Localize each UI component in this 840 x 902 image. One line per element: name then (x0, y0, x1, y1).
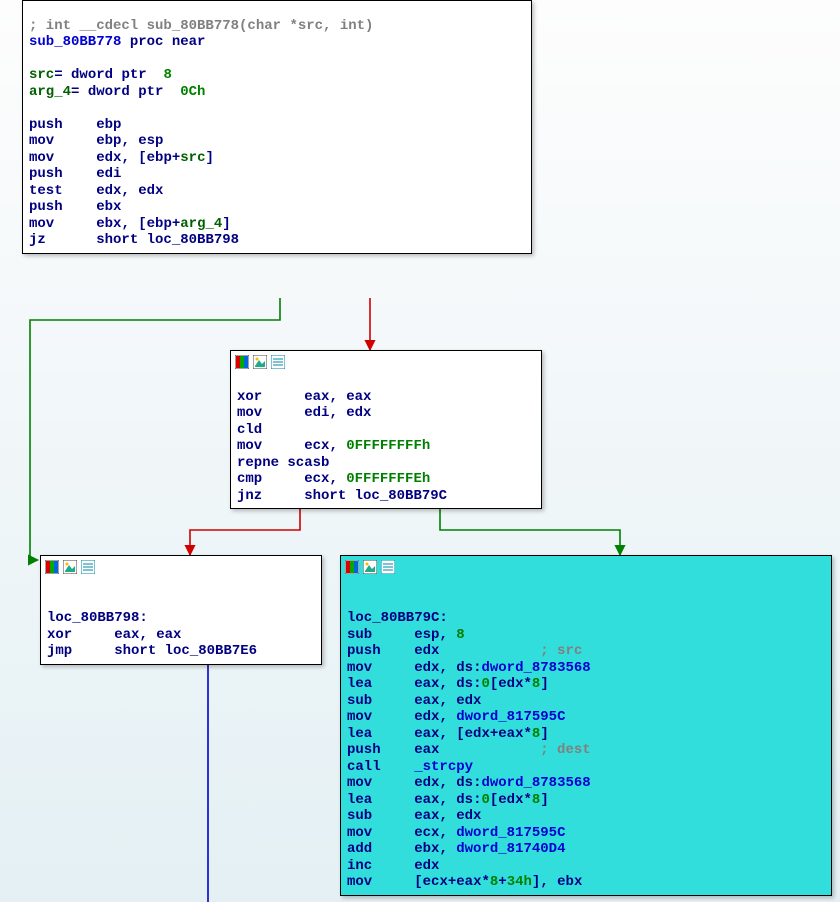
cfg-node-loc-80BB798[interactable]: loc_80BB798: xor eax, eax jmp short loc_… (40, 555, 322, 665)
list-icon[interactable] (271, 355, 285, 369)
cfg-node-loc-80BB79C[interactable]: loc_80BB79C: sub esp, 8 push edx ; src m… (340, 555, 832, 896)
list-icon[interactable] (81, 560, 95, 574)
node-toolbar (41, 556, 321, 577)
asm-block: ; int __cdecl sub_80BB778(char *src, int… (23, 1, 531, 253)
cfg-node-entry[interactable]: ; int __cdecl sub_80BB778(char *src, int… (22, 0, 532, 254)
image-icon[interactable] (253, 355, 267, 369)
image-icon[interactable] (63, 560, 77, 574)
list-icon[interactable] (381, 560, 395, 574)
cfg-canvas: { "icons": { "asm": "asm-panel-icon", "i… (0, 0, 840, 902)
asm-block: loc_80BB798: xor eax, eax jmp short loc_… (41, 577, 321, 664)
asm-panel-icon[interactable] (45, 560, 59, 574)
cfg-node-strlen[interactable]: xor eax, eax mov edi, edx cld mov ecx, 0… (230, 350, 542, 509)
asm-panel-icon[interactable] (345, 560, 359, 574)
node-toolbar (231, 351, 541, 372)
image-icon[interactable] (363, 560, 377, 574)
node-toolbar (341, 556, 831, 577)
asm-panel-icon[interactable] (235, 355, 249, 369)
asm-block: xor eax, eax mov edi, edx cld mov ecx, 0… (231, 372, 541, 508)
asm-block: loc_80BB79C: sub esp, 8 push edx ; src m… (341, 577, 831, 895)
